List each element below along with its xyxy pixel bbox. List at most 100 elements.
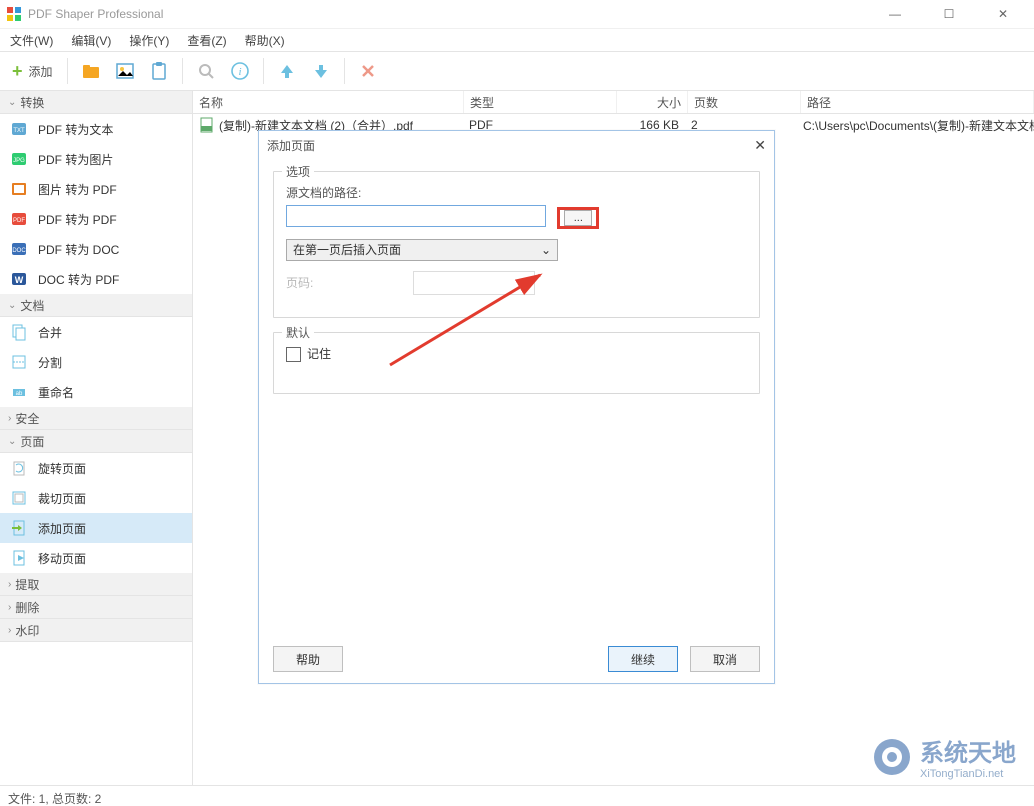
sidebar-item-image-to-pdf[interactable]: 图片 转为 PDF <box>0 174 192 204</box>
col-pages[interactable]: 页数 <box>688 91 801 113</box>
default-group-title: 默认 <box>282 324 314 341</box>
separator <box>263 58 264 84</box>
split-icon <box>10 353 28 371</box>
browse-highlight: ... <box>557 207 599 229</box>
insert-position-value: 在第一页后插入页面 <box>293 241 401 258</box>
file-path: C:\Users\pc\Documents\(复制)-新建文本文档 ... <box>797 114 1034 136</box>
svg-text:JPG: JPG <box>13 158 25 164</box>
insert-position-select[interactable]: 在第一页后插入页面 ⌄ <box>286 239 558 261</box>
svg-text:DOC: DOC <box>12 248 26 254</box>
sidebar-item-merge[interactable]: 合并 <box>0 317 192 347</box>
category-delete[interactable]: ›删除 <box>0 596 192 619</box>
minimize-button[interactable]: — <box>878 7 912 21</box>
rename-icon: ab <box>10 383 28 401</box>
status-bar: 文件: 1, 总页数: 2 <box>0 785 1034 806</box>
category-extract[interactable]: ›提取 <box>0 573 192 596</box>
pdf-file-icon <box>199 117 215 133</box>
source-path-input[interactable] <box>286 205 546 227</box>
add-label: 添加 <box>29 63 53 80</box>
jpg-icon: JPG <box>10 150 28 168</box>
dialog-footer: 帮助 继续 取消 <box>259 635 774 683</box>
col-size[interactable]: 大小 <box>617 91 688 113</box>
chevron-icon: › <box>8 579 11 590</box>
options-group: 选项 源文档的路径: ... 在第一页后插入页面 ⌄ 页码: <box>273 171 760 318</box>
dialog-body: 选项 源文档的路径: ... 在第一页后插入页面 ⌄ 页码: 默认 <box>259 159 774 635</box>
merge-icon <box>10 323 28 341</box>
menu-action[interactable]: 操作(Y) <box>129 32 169 49</box>
chevron-icon: ⌄ <box>8 300 16 311</box>
add-page-dialog: 添加页面 ✕ 选项 源文档的路径: ... 在第一页后插入页面 ⌄ 页码: <box>258 130 775 684</box>
category-security[interactable]: ›安全 <box>0 407 192 430</box>
options-group-title: 选项 <box>282 163 314 180</box>
sidebar-item-pdf-to-image[interactable]: JPGPDF 转为图片 <box>0 144 192 174</box>
help-button[interactable]: 帮助 <box>273 646 343 672</box>
chevron-icon: ⌄ <box>8 436 16 447</box>
chevron-icon: › <box>8 413 11 424</box>
sidebar-item-split[interactable]: 分割 <box>0 347 192 377</box>
sidebar-item-doc-to-pdf[interactable]: WDOC 转为 PDF <box>0 264 192 294</box>
category-convert[interactable]: ⌄转换 <box>0 91 192 114</box>
clipboard-button[interactable] <box>144 56 174 86</box>
col-path[interactable]: 路径 <box>801 91 1034 113</box>
txt-icon: TXT <box>10 120 28 138</box>
svg-text:PDF: PDF <box>13 218 25 224</box>
close-button[interactable]: ✕ <box>986 7 1020 21</box>
sidebar-item-add-page[interactable]: 添加页面 <box>0 513 192 543</box>
chevron-down-icon: ⌄ <box>541 243 551 257</box>
word-icon: W <box>10 270 28 288</box>
image-button[interactable] <box>110 56 140 86</box>
add-button[interactable]: + 添加 <box>6 56 59 86</box>
menu-view[interactable]: 查看(Z) <box>187 32 226 49</box>
category-page[interactable]: ⌄页面 <box>0 430 192 453</box>
svg-text:ab: ab <box>16 391 23 397</box>
title-bar: PDF Shaper Professional — ☐ ✕ <box>0 0 1034 29</box>
window-title: PDF Shaper Professional <box>28 7 878 21</box>
sidebar-item-rename[interactable]: ab重命名 <box>0 377 192 407</box>
app-logo-icon <box>6 6 22 22</box>
sidebar-item-pdf-to-text[interactable]: TXTPDF 转为文本 <box>0 114 192 144</box>
watermark-logo-icon <box>872 737 912 777</box>
sidebar-item-pdf-to-doc[interactable]: DOCPDF 转为 DOC <box>0 234 192 264</box>
menu-edit[interactable]: 编辑(V) <box>71 32 111 49</box>
maximize-button[interactable]: ☐ <box>932 7 966 21</box>
toolbar: + 添加 i <box>0 51 1034 91</box>
browse-button[interactable]: ... <box>564 210 592 226</box>
continue-button[interactable]: 继续 <box>608 646 678 672</box>
watermark: 系统天地 XiTongTianDi.net <box>872 733 1016 780</box>
crop-icon <box>10 489 28 507</box>
file-header: 名称 类型 大小 页数 路径 <box>193 91 1034 114</box>
move-up-button[interactable] <box>272 56 302 86</box>
info-button[interactable]: i <box>225 56 255 86</box>
sidebar-item-rotate-page[interactable]: 旋转页面 <box>0 453 192 483</box>
menu-file[interactable]: 文件(W) <box>10 32 53 49</box>
watermark-sub: XiTongTianDi.net <box>920 768 1016 780</box>
doc-icon: DOC <box>10 240 28 258</box>
move-down-button[interactable] <box>306 56 336 86</box>
pdf-icon: PDF <box>10 210 28 228</box>
remove-button[interactable] <box>353 56 383 86</box>
separator <box>67 58 68 84</box>
sidebar-item-pdf-to-pdf[interactable]: PDFPDF 转为 PDF <box>0 204 192 234</box>
remember-checkbox[interactable]: 记住 <box>286 347 331 361</box>
pagenum-label: 页码: <box>286 274 313 291</box>
sidebar-item-crop-page[interactable]: 裁切页面 <box>0 483 192 513</box>
svg-text:W: W <box>15 275 24 285</box>
col-name[interactable]: 名称 <box>193 91 464 113</box>
chevron-icon: › <box>8 625 11 636</box>
col-type[interactable]: 类型 <box>464 91 617 113</box>
category-document[interactable]: ⌄文档 <box>0 294 192 317</box>
default-group: 默认 记住 <box>273 332 760 394</box>
category-watermark[interactable]: ›水印 <box>0 619 192 642</box>
sidebar-item-move-page[interactable]: 移动页面 <box>0 543 192 573</box>
menu-help[interactable]: 帮助(X) <box>245 32 285 49</box>
add-page-icon <box>10 519 28 537</box>
cancel-button[interactable]: 取消 <box>690 646 760 672</box>
dialog-close-button[interactable]: ✕ <box>754 137 766 154</box>
separator <box>182 58 183 84</box>
rotate-icon <box>10 459 28 477</box>
folder-button[interactable] <box>76 56 106 86</box>
watermark-text: 系统天地 <box>920 733 1016 768</box>
pagenum-input <box>413 271 535 295</box>
search-button[interactable] <box>191 56 221 86</box>
dialog-titlebar: 添加页面 ✕ <box>259 131 774 159</box>
